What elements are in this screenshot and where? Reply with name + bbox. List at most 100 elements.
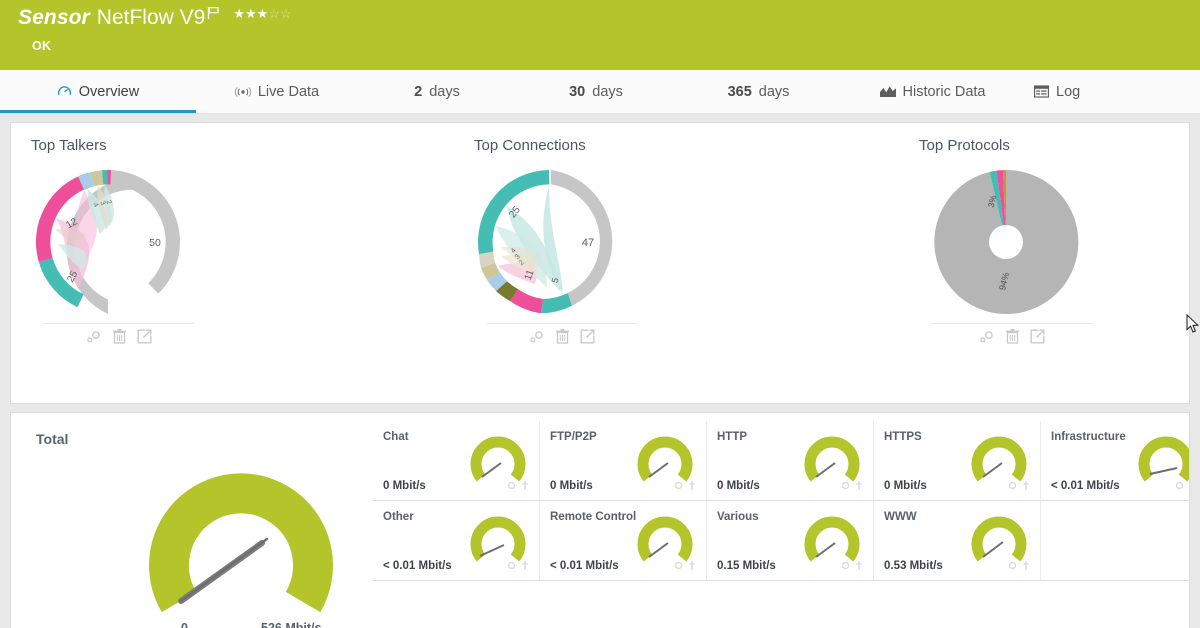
channel-value: 0 Mbit/s [717,480,760,492]
gauge-icon [57,84,72,99]
channel-icons [507,557,529,575]
pin-icon[interactable] [1189,477,1190,495]
delete-icon[interactable] [1006,329,1019,349]
pin-icon[interactable] [1022,477,1030,495]
popout-icon[interactable] [137,329,152,349]
channel-icons [841,557,863,575]
tab-30-days[interactable]: 30 days [516,70,676,113]
channels-panel: Total 0 526 Mbit/s Chat 0 Mbit/s [10,412,1190,628]
channel-cell-infrastructure[interactable]: Infrastructure < 0.01 Mbit/s [1041,421,1190,501]
pin-icon[interactable] [688,477,696,495]
chart-actions-top-protocols [932,323,1092,349]
sensor-header: Sensor NetFlow V9 ★★★☆☆ OK [0,0,1200,70]
settings-icon[interactable] [980,330,995,349]
star-icon: ★ [245,6,257,21]
tab-historic-data[interactable]: Historic Data [841,70,1024,113]
tab-label: Historic Data [903,84,986,100]
channel-cell-ftp-p2p[interactable]: FTP/P2P 0 Mbit/s [540,421,707,501]
delete-icon[interactable] [113,329,126,349]
gear-icon[interactable] [841,477,850,495]
flag-icon[interactable] [207,6,220,25]
tab-overview[interactable]: Overview [0,70,196,113]
chart-title: Top Talkers [31,137,206,154]
pin-icon[interactable] [855,477,863,495]
top-connections-graphic[interactable]: 47 25 11 5 4 3 2 [474,162,649,327]
total-label: Total [36,431,68,447]
gear-icon[interactable] [674,557,683,575]
channel-cell-http[interactable]: HTTP 0 Mbit/s [707,421,874,501]
top-protocols-graphic[interactable]: 3% 94% [919,162,1094,327]
gear-icon[interactable] [1008,477,1017,495]
tab-label: days [759,84,790,100]
tab-days-count: 2 [414,84,422,100]
channel-cell-chat[interactable]: Chat 0 Mbit/s [373,421,540,501]
area-chart-icon [880,85,896,98]
gear-icon[interactable] [841,557,850,575]
chart-actions-top-talkers [44,323,194,349]
tab-bar: Overview Live Data 2 days 30 days 365 da… [0,70,1200,114]
gear-icon[interactable] [1175,477,1184,495]
channel-value: < 0.01 Mbit/s [1051,480,1120,492]
gear-icon[interactable] [507,557,516,575]
channel-value: < 0.01 Mbit/s [383,560,452,572]
tab-label: Overview [79,84,139,100]
tab-live-data[interactable]: Live Data [196,70,358,113]
tab-label: days [592,84,623,100]
tab-days-count: 365 [728,84,752,100]
channel-icons [674,477,696,495]
star-icon: ☆ [280,6,292,21]
tab-label: Log [1056,84,1080,100]
chart-top-protocols: Top Protocols 3% 94% [919,137,1094,327]
channel-cell-https[interactable]: HTTPS 0 Mbit/s [874,421,1041,501]
pin-icon[interactable] [521,557,529,575]
tab-log[interactable]: Log [1024,70,1144,113]
pin-icon[interactable] [1022,557,1030,575]
total-scale-max: 526 Mbit/s [261,621,321,628]
tab-2-days[interactable]: 2 days [358,70,516,113]
tab-label: days [429,84,460,100]
live-signal-icon [235,86,251,98]
channel-cell-remote-control[interactable]: Remote Control < 0.01 Mbit/s [540,501,707,581]
settings-icon[interactable] [87,330,102,349]
svg-text:50: 50 [149,237,161,249]
channel-value: 0.15 Mbit/s [717,560,776,572]
popout-icon[interactable] [1030,329,1045,349]
top-charts-panel: Top Talkers [10,122,1190,404]
mouse-cursor [1186,314,1200,339]
channel-cell-empty [1041,501,1190,581]
channel-icons [1008,557,1030,575]
gear-icon[interactable] [507,477,516,495]
channel-cell-other[interactable]: Other < 0.01 Mbit/s [373,501,540,581]
channel-gauge-grid: Chat 0 Mbit/s FTP/P2P 0 Mbit/s [373,421,1190,581]
gear-icon[interactable] [1008,557,1017,575]
total-scale-min: 0 [181,621,188,628]
star-icon: ☆ [268,6,280,21]
tab-days-count: 30 [569,84,585,100]
channel-value: < 0.01 Mbit/s [550,560,619,572]
sensor-priority-stars[interactable]: ★★★☆☆ [233,8,291,20]
chart-title: Top Protocols [919,137,1094,154]
channel-icons [1008,477,1030,495]
svg-text:47: 47 [582,237,594,249]
settings-icon[interactable] [530,330,545,349]
gear-icon[interactable] [674,477,683,495]
channel-cell-various[interactable]: Various 0.15 Mbit/s [707,501,874,581]
status-badge: OK [32,39,1200,53]
popout-icon[interactable] [580,329,595,349]
top-talkers-graphic[interactable]: 50 25 12 4 3 2 [31,162,206,327]
delete-icon[interactable] [556,329,569,349]
pin-icon[interactable] [855,557,863,575]
channel-value: 0 Mbit/s [550,480,593,492]
pin-icon[interactable] [521,477,529,495]
star-icon: ★ [257,6,269,21]
total-gauge[interactable] [141,439,341,628]
chart-actions-top-connections [487,323,637,349]
pin-icon[interactable] [688,557,696,575]
channel-value: 0 Mbit/s [383,480,426,492]
tab-365-days[interactable]: 365 days [676,70,841,113]
channel-value: 0 Mbit/s [884,480,927,492]
chart-title: Top Connections [474,137,649,154]
sensor-name[interactable]: NetFlow V9 [97,4,206,32]
chart-top-talkers: Top Talkers [31,137,206,327]
channel-cell-www[interactable]: WWW 0.53 Mbit/s [874,501,1041,581]
